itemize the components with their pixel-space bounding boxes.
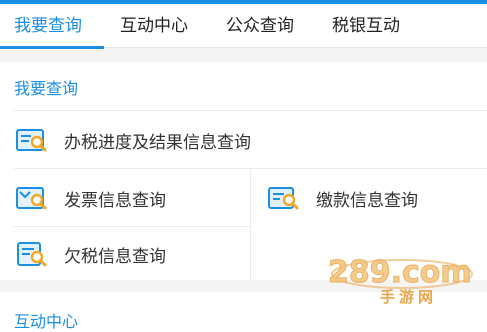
tab-interaction-center[interactable]: 互动中心 xyxy=(120,4,188,48)
tab-my-query[interactable]: 我要查询 xyxy=(14,4,82,48)
query-item-progress[interactable]: 办税进度及结果信息查询 xyxy=(16,120,251,160)
query-item-label: 欠税信息查询 xyxy=(64,246,166,267)
query-item-invoice[interactable]: 发票信息查询 xyxy=(16,178,166,218)
section-title-query: 我要查询 xyxy=(14,79,79,98)
divider-vertical xyxy=(250,168,251,280)
query-item-label: 办税进度及结果信息查询 xyxy=(64,132,251,153)
invoice-search-icon xyxy=(16,187,47,210)
divider xyxy=(14,226,250,227)
query-item-label: 发票信息查询 xyxy=(64,190,166,211)
arrears-search-icon xyxy=(17,242,47,267)
query-item-label: 缴款信息查询 xyxy=(316,190,418,211)
payment-search-icon xyxy=(268,187,299,210)
progress-search-icon xyxy=(16,129,47,152)
svg-text:289.com: 289.com xyxy=(328,255,472,290)
tab-public-query[interactable]: 公众查询 xyxy=(226,4,294,48)
tab-bar: 我要查询 互动中心 公众查询 税银互动 xyxy=(0,4,487,48)
watermark-text: 手游网 xyxy=(380,288,438,306)
query-item-payment[interactable]: 缴款信息查询 xyxy=(268,178,418,218)
section-title-interaction: 互动中心 xyxy=(14,312,79,331)
query-item-arrears[interactable]: 欠税信息查询 xyxy=(16,234,166,274)
active-tab-indicator xyxy=(0,46,104,49)
divider xyxy=(14,110,487,111)
tab-tax-bank-interaction[interactable]: 税银互动 xyxy=(332,4,400,48)
